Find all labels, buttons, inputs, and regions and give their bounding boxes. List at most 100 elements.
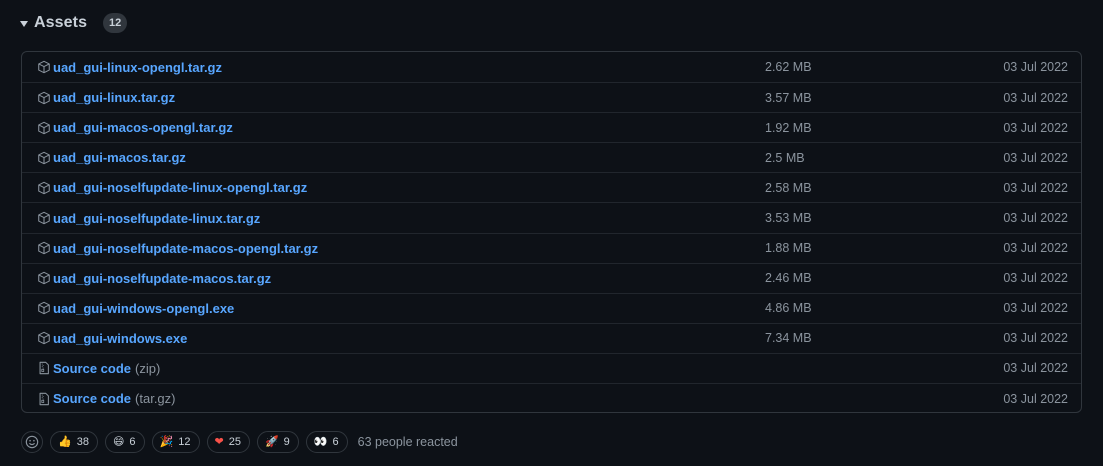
reaction-heart-button[interactable]: ❤ 25 [206,431,250,453]
package-icon [37,331,51,345]
asset-size: 4.86 MB [765,301,812,316]
heart-icon: ❤ [214,435,224,448]
asset-row: uad_gui-windows.exe 7.34 MB 03 Jul 2022 [22,322,1081,353]
reaction-count: 25 [228,436,241,448]
asset-link[interactable]: uad_gui-noselfupdate-macos-opengl.tar.gz [53,241,318,256]
hooray-icon: 🎉 [159,435,174,448]
caret-down-icon [20,21,28,27]
asset-size: 3.57 MB [765,90,812,105]
asset-date: 03 Jul 2022 [1003,391,1068,406]
package-icon [37,91,51,105]
asset-size: 1.92 MB [765,120,812,135]
asset-link[interactable]: uad_gui-windows-opengl.exe [53,301,234,316]
asset-file[interactable]: Source code (tar.gz) [37,391,176,406]
package-icon [37,301,51,315]
asset-link[interactable]: Source code (tar.gz) [53,391,176,406]
asset-date: 03 Jul 2022 [1003,150,1068,165]
asset-size: 1.88 MB [765,241,812,256]
asset-link[interactable]: uad_gui-windows.exe [53,331,187,346]
reaction-rocket-button[interactable]: 🚀 9 [256,431,299,453]
asset-link[interactable]: uad_gui-linux.tar.gz [53,90,175,105]
package-icon [37,151,51,165]
asset-date: 03 Jul 2022 [1003,361,1068,376]
asset-date: 03 Jul 2022 [1003,120,1068,135]
asset-date: 03 Jul 2022 [1003,211,1068,226]
asset-file[interactable]: uad_gui-macos.tar.gz [37,150,186,165]
asset-row: uad_gui-macos-opengl.tar.gz 1.92 MB 03 Jul… [22,112,1081,142]
package-icon [37,121,51,135]
asset-size: 2.5 MB [765,150,805,165]
asset-file[interactable]: uad_gui-noselfupdate-linux-opengl.tar.gz [37,180,307,195]
asset-link[interactable]: uad_gui-linux-opengl.tar.gz [53,60,222,75]
asset-date: 03 Jul 2022 [1003,180,1068,195]
asset-format: (zip) [135,360,161,376]
asset-row: Source code (tar.gz) 03 Jul 2022 [22,383,1081,412]
asset-link[interactable]: Source code (zip) [53,361,160,376]
asset-format: (tar.gz) [135,391,176,407]
package-icon [37,211,51,225]
asset-row: uad_gui-noselfupdate-linux.tar.gz 3.53 MB… [22,202,1081,232]
asset-file[interactable]: uad_gui-noselfupdate-linux.tar.gz [37,211,260,226]
rocket-icon: 🚀 [264,435,279,448]
package-icon [37,181,51,195]
reactions-bar: 👍 38 😄 6 🎉 12 ❤ 25 🚀 9 👀 6 63 people reacted [21,430,458,454]
asset-file[interactable]: Source code (zip) [37,361,160,376]
asset-file[interactable]: uad_gui-macos-opengl.tar.gz [37,120,233,135]
asset-row: uad_gui-linux.tar.gz 3.57 MB 03 Jul 2022 [22,82,1081,112]
reaction-thumbs-up-button[interactable]: 👍 38 [50,431,98,453]
asset-size: 2.46 MB [765,271,812,286]
asset-size: 2.58 MB [765,180,812,195]
add-reaction-button[interactable] [21,431,43,453]
asset-date: 03 Jul 2022 [1003,60,1068,75]
asset-date: 03 Jul 2022 [1003,271,1068,286]
asset-link[interactable]: uad_gui-noselfupdate-macos.tar.gz [53,271,271,286]
assets-list: uad_gui-linux-opengl.tar.gz 2.62 MB 03 Jul… [21,51,1082,413]
asset-file[interactable]: uad_gui-windows.exe [37,331,187,346]
asset-link[interactable]: uad_gui-macos.tar.gz [53,150,186,165]
asset-row: uad_gui-noselfupdate-linux-opengl.tar.gz… [22,172,1081,202]
asset-size: 7.34 MB [765,331,812,346]
assets-count-badge: 12 [103,13,128,33]
asset-row: uad_gui-macos.tar.gz 2.5 MB 03 Jul 2022 [22,142,1081,172]
reaction-count: 38 [76,436,89,448]
asset-link[interactable]: uad_gui-macos-opengl.tar.gz [53,120,233,135]
asset-file[interactable]: uad_gui-windows-opengl.exe [37,301,234,316]
eyes-icon: 👀 [313,435,328,448]
asset-file[interactable]: uad_gui-noselfupdate-macos.tar.gz [37,271,271,286]
package-icon [37,271,51,285]
laugh-icon: 😄 [112,435,125,448]
reaction-count: 9 [283,436,290,448]
reaction-count: 6 [129,436,136,448]
smiley-icon [25,435,39,449]
asset-file[interactable]: uad_gui-noselfupdate-macos-opengl.tar.gz [37,241,318,256]
asset-row: uad_gui-linux-opengl.tar.gz 2.62 MB 03 Jul… [22,52,1081,82]
asset-date: 03 Jul 2022 [1003,90,1068,105]
asset-size: 2.62 MB [765,60,812,75]
asset-row: Source code (zip) 03 Jul 2022 [22,352,1081,383]
asset-row: uad_gui-windows-opengl.exe 4.86 MB 03 Jul … [22,292,1081,323]
asset-file[interactable]: uad_gui-linux.tar.gz [37,90,175,105]
asset-date: 03 Jul 2022 [1003,301,1068,316]
reactions-summary: 63 people reacted [357,435,458,449]
assets-toggle[interactable]: Assets 12 [20,10,128,36]
reaction-eyes-button[interactable]: 👀 6 [305,431,348,453]
reaction-count: 12 [178,436,191,448]
asset-date: 03 Jul 2022 [1003,241,1068,256]
reaction-laugh-button[interactable]: 😄 6 [104,431,145,453]
asset-link[interactable]: uad_gui-noselfupdate-linux.tar.gz [53,211,260,226]
asset-size: 3.53 MB [765,211,812,226]
package-icon [37,60,51,74]
file-zip-icon [37,392,51,406]
asset-row: uad_gui-noselfupdate-macos-opengl.tar.gz… [22,232,1081,263]
reaction-hooray-button[interactable]: 🎉 12 [151,431,200,453]
assets-title: Assets [34,14,88,31]
thumbs-up-icon: 👍 [58,435,72,448]
asset-file[interactable]: uad_gui-linux-opengl.tar.gz [37,60,222,75]
asset-link[interactable]: uad_gui-noselfupdate-linux-opengl.tar.gz [53,180,307,195]
file-zip-icon [37,361,51,375]
release-assets-section: Assets 12 uad_gui-linux-opengl.tar.gz 2.6… [0,0,1103,466]
asset-date: 03 Jul 2022 [1003,331,1068,346]
package-icon [37,241,51,255]
reaction-count: 6 [332,436,339,448]
asset-row: uad_gui-noselfupdate-macos.tar.gz 2.46 MB… [22,262,1081,293]
